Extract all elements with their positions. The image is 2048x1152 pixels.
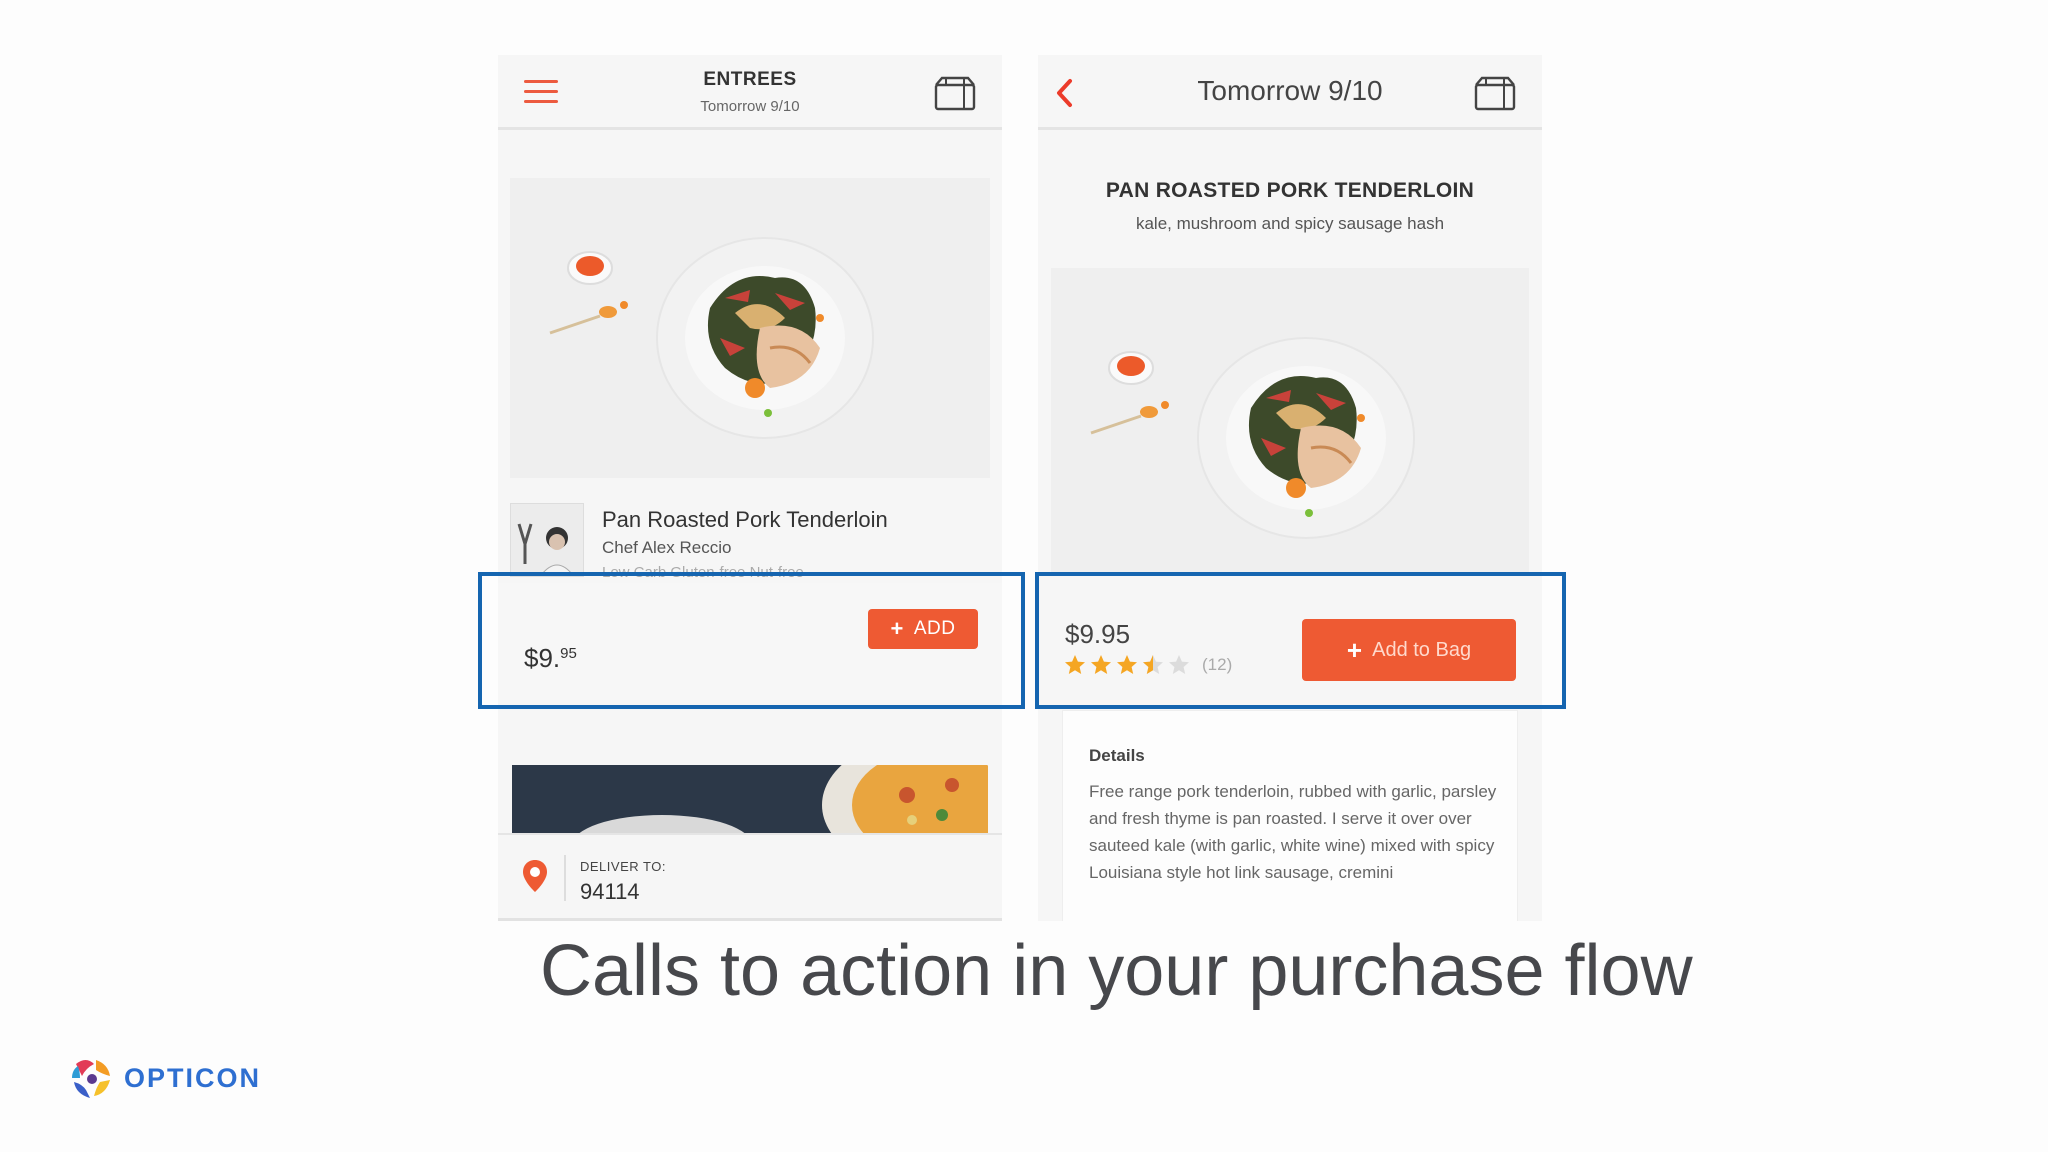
entrees-header: ENTREES Tomorrow 9/10 (498, 55, 1002, 130)
opticon-logo: OPTICON (68, 1054, 261, 1102)
dish-subtitle: kale, mushroom and spicy sausage hash (1135, 214, 1445, 233)
divider (564, 855, 566, 901)
location-pin-icon (523, 860, 547, 892)
cta-highlight-box (1035, 572, 1566, 709)
dish-photo[interactable] (1051, 268, 1529, 576)
details-body: Free range pork tenderloin, rubbed with … (1089, 782, 1497, 882)
next-dish-photo[interactable] (512, 765, 988, 835)
dish-photo[interactable] (510, 178, 990, 478)
shopping-bag-icon[interactable] (1474, 75, 1516, 111)
page-title: Tomorrow 9/10 (1197, 75, 1383, 106)
deliver-zip[interactable]: 94114 (580, 879, 640, 905)
slide-headline: Calls to action in your purchase flow (540, 931, 1693, 1011)
cta-highlight-box (478, 572, 1025, 709)
product-name[interactable]: Pan Roasted Pork Tenderloin (602, 507, 888, 533)
page-title: ENTREES (703, 69, 797, 90)
shopping-bag-icon[interactable] (934, 75, 976, 111)
product-info[interactable]: Pan Roasted Pork Tenderloin Chef Alex Re… (510, 503, 990, 581)
chef-avatar (510, 503, 584, 577)
opticon-logo-icon (72, 1060, 110, 1098)
entrees-screen: ENTREES Tomorrow 9/10 Pan Roasted Pork T… (498, 55, 1002, 921)
deliver-to-bar[interactable]: DELIVER TO: 94114 (498, 833, 1002, 921)
chef-name: Chef Alex Reccio (602, 538, 732, 557)
page-subtitle: Tomorrow 9/10 (700, 98, 800, 115)
dish-title: PAN ROASTED PORK TENDERLOIN (1105, 179, 1475, 202)
product-detail-screen: Tomorrow 9/10 PAN ROASTED PORK TENDERLOI… (1038, 55, 1542, 921)
details-heading: Details (1089, 746, 1145, 765)
detail-header: Tomorrow 9/10 (1038, 55, 1542, 130)
deliver-label: DELIVER TO: (580, 859, 666, 874)
details-card: Details Free range pork tenderloin, rubb… (1062, 710, 1518, 921)
logo-text: OPTICON (124, 1062, 262, 1093)
